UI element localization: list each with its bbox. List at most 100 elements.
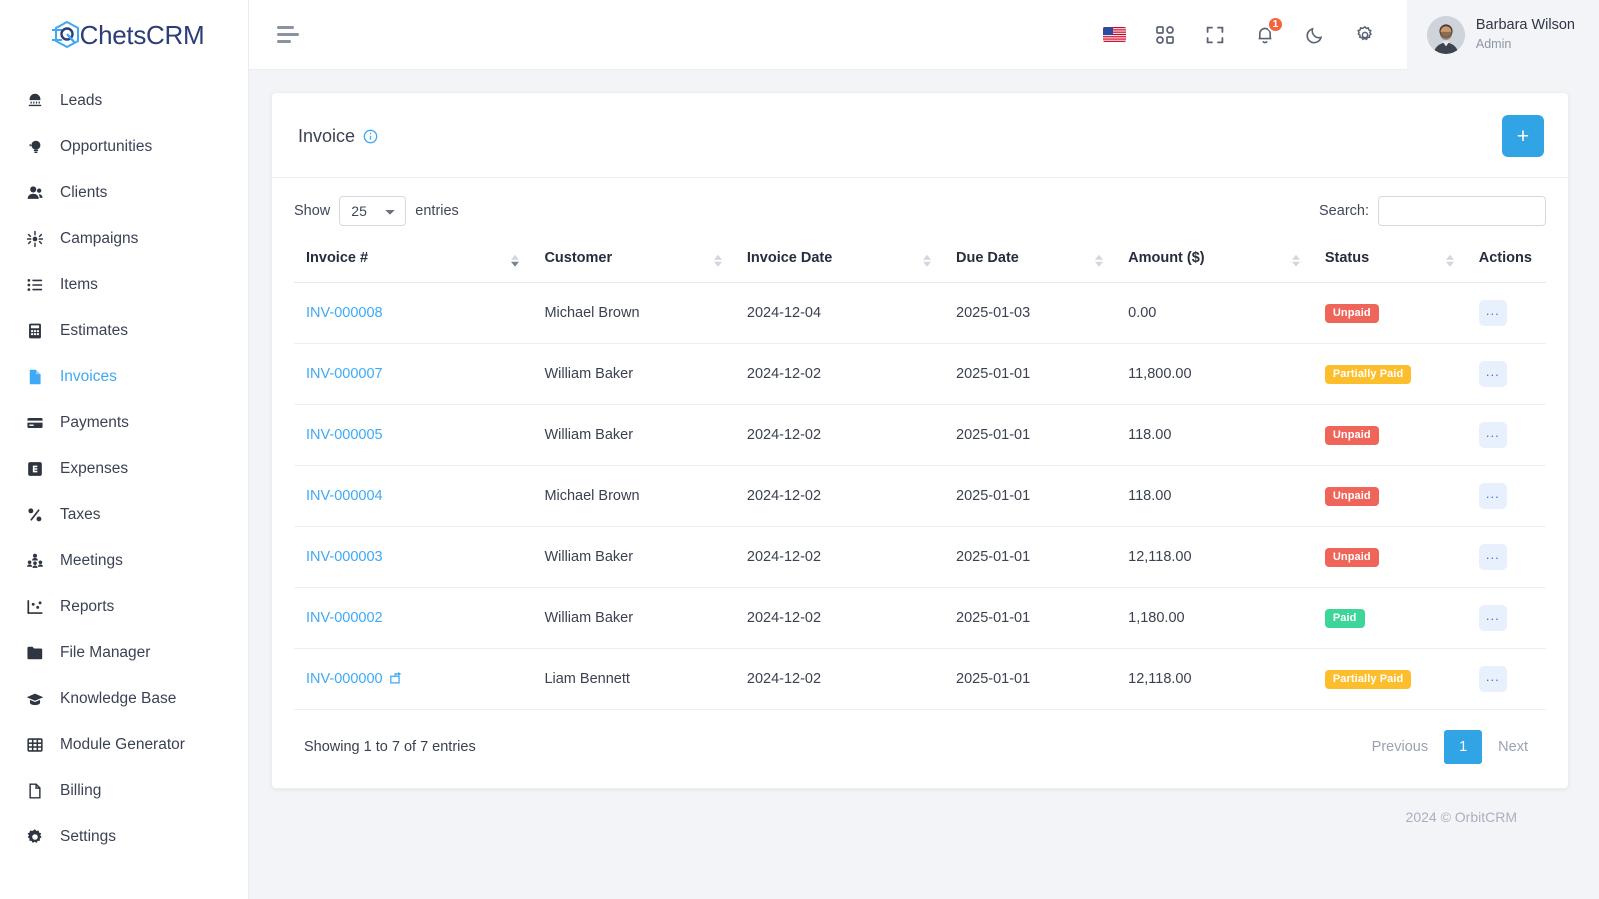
cell-invoice-date: 2024-12-02 [734, 587, 945, 649]
content-area: Invoice + Show 10 [249, 70, 1599, 899]
table-row: INV-000003 William Baker 2024-12-02 2025-01… [294, 526, 1546, 588]
sidebar-item-leads[interactable]: Leads [0, 78, 248, 124]
sort-icon[interactable] [1291, 253, 1301, 268]
apps-grid-icon[interactable] [1153, 23, 1177, 47]
add-invoice-button[interactable]: + [1502, 115, 1544, 157]
cell-invoice-number: INV-000007 [294, 343, 533, 405]
column-header-amount[interactable]: Amount ($) [1116, 240, 1313, 283]
column-header-invoice-date[interactable]: Invoice Date [734, 240, 945, 283]
invoice-link[interactable]: INV-000008 [306, 305, 383, 321]
column-header-invoice-number[interactable]: Invoice # [294, 240, 533, 283]
avatar [1426, 15, 1465, 54]
row-actions-button[interactable]: ... [1478, 605, 1507, 631]
sidebar-item-knowledge-base[interactable]: Knowledge Base [0, 676, 248, 722]
pagination-next[interactable]: Next [1482, 731, 1544, 763]
user-profile-menu[interactable]: Barbara Wilson Admin [1406, 0, 1599, 70]
sort-icon[interactable] [713, 253, 723, 268]
cell-due-date: 2025-01-01 [944, 404, 1117, 466]
invoice-link[interactable]: INV-000007 [306, 366, 383, 382]
sidebar-item-settings[interactable]: Settings [0, 814, 248, 860]
sidebar-item-file-manager[interactable]: File Manager [0, 630, 248, 676]
cell-amount: 118.00 [1116, 404, 1313, 466]
pagination-previous[interactable]: Previous [1356, 731, 1444, 763]
search-label: Search: [1319, 203, 1369, 219]
row-actions-button[interactable]: ... [1478, 483, 1507, 509]
cell-amount: 118.00 [1116, 465, 1313, 527]
sidebar-item-label: Estimates [60, 322, 129, 339]
sidebar-item-taxes[interactable]: Taxes [0, 492, 248, 538]
search-input[interactable] [1378, 196, 1546, 226]
sidebar-item-opportunities[interactable]: Opportunities [0, 124, 248, 170]
sidebar-item-reports[interactable]: Reports [0, 584, 248, 630]
sidebar-item-meetings[interactable]: Meetings [0, 538, 248, 584]
bell-icon[interactable]: 1 [1253, 15, 1284, 47]
row-actions-button[interactable]: ... [1478, 422, 1507, 448]
copyright-text: 2024 © OrbitCRM [1405, 809, 1517, 825]
cell-status: Paid [1312, 587, 1467, 649]
table-row: INV-000000 Liam Bennett 2024-12-02 2025-01-… [294, 648, 1546, 710]
cell-customer: Michael Brown [532, 282, 735, 344]
page-footer: 2024 © OrbitCRM [271, 789, 1569, 845]
sidebar-item-label: Items [60, 276, 98, 293]
sidebar-item-campaigns[interactable]: Campaigns [0, 216, 248, 262]
status-badge: Unpaid [1324, 547, 1379, 567]
sidebar-item-items[interactable]: Items [0, 262, 248, 308]
cell-invoice-date: 2024-12-02 [734, 648, 945, 710]
fullscreen-icon[interactable] [1203, 23, 1227, 47]
recurring-icon [389, 672, 402, 685]
cell-customer: William Baker [532, 587, 735, 649]
page-length-control: Show 10 25 50 100 entries [294, 196, 459, 226]
sort-icon[interactable] [1445, 253, 1455, 268]
invoice-link[interactable]: INV-000000 [306, 671, 383, 687]
sidebar-item-estimates[interactable]: Estimates [0, 308, 248, 354]
column-header-customer[interactable]: Customer [532, 240, 735, 283]
sort-icon[interactable] [923, 253, 932, 268]
crm-logo-icon [50, 18, 84, 52]
cell-actions: ... [1466, 343, 1546, 405]
sort-icon[interactable] [511, 253, 520, 268]
invoice-link[interactable]: INV-000003 [306, 549, 383, 565]
page-length-select[interactable]: 10 25 50 100 [339, 196, 407, 226]
invoice-link[interactable]: INV-000002 [306, 610, 383, 626]
language-flag-icon[interactable] [1103, 23, 1127, 47]
sidebar-item-clients[interactable]: Clients [0, 170, 248, 216]
sparkle-icon [25, 230, 44, 249]
graduation-cap-icon [25, 690, 44, 709]
sidebar-item-billing[interactable]: Billing [0, 768, 248, 814]
cell-invoice-number: INV-000000 [294, 648, 533, 710]
sidebar-item-module-generator[interactable]: Module Generator [0, 722, 248, 768]
sidebar-item-payments[interactable]: Payments [0, 400, 248, 446]
row-actions-button[interactable]: ... [1478, 666, 1507, 692]
invoice-link[interactable]: INV-000004 [306, 488, 383, 504]
sidebar-item-label: Knowledge Base [60, 690, 177, 707]
brand-logo[interactable]: ChetsCRM [0, 0, 248, 70]
sidebar-item-invoices[interactable]: Invoices [0, 354, 248, 400]
cell-due-date: 2025-01-01 [944, 587, 1117, 649]
cell-actions: ... [1466, 526, 1546, 588]
expense-icon [25, 460, 44, 479]
column-header-due-date[interactable]: Due Date [944, 240, 1117, 283]
sort-icon[interactable] [1095, 253, 1104, 268]
row-actions-button[interactable]: ... [1478, 544, 1507, 570]
hamburger-icon[interactable] [277, 22, 303, 48]
moon-icon[interactable] [1303, 23, 1327, 47]
cell-amount: 0.00 [1116, 282, 1313, 344]
document-icon [25, 782, 44, 801]
main-area: 1 Barbara Wilson Admin Invoice + Show 25… [249, 0, 1599, 899]
row-actions-button[interactable]: ... [1478, 361, 1507, 387]
column-label: Actions [1478, 250, 1532, 266]
cell-invoice-date: 2024-12-04 [734, 282, 945, 344]
cell-invoice-number: INV-000003 [294, 526, 533, 588]
pagination-page-1[interactable]: 1 [1444, 730, 1483, 764]
sidebar-item-label: Taxes [60, 506, 101, 523]
cell-invoice-number: INV-000005 [294, 404, 533, 466]
invoice-link[interactable]: INV-000005 [306, 427, 383, 443]
gear-icon[interactable] [1353, 23, 1377, 47]
sidebar-item-expenses[interactable]: Expenses [0, 446, 248, 492]
status-badge: Partially Paid [1324, 669, 1412, 689]
cell-invoice-date: 2024-12-02 [734, 343, 945, 405]
row-actions-button[interactable]: ... [1478, 300, 1507, 326]
column-header-status[interactable]: Status [1312, 240, 1467, 283]
info-circle-icon[interactable] [363, 129, 378, 144]
table-header-row: Invoice # Customer Invoice Date Due Date… [294, 240, 1546, 283]
